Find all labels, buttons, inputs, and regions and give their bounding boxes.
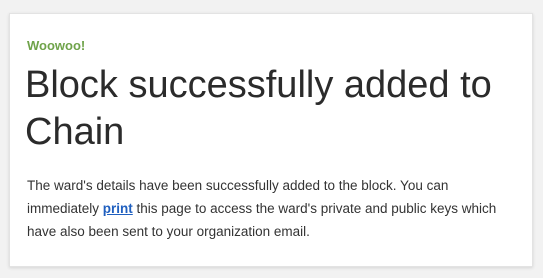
success-eyebrow: Woowoo!: [27, 38, 86, 53]
page-title: Block successfully added to Chain: [25, 64, 492, 153]
success-message: The ward's details have been successfull…: [27, 174, 522, 243]
print-link[interactable]: print: [103, 201, 133, 216]
success-card: Woowoo! Block successfully added to Chai…: [9, 13, 533, 267]
